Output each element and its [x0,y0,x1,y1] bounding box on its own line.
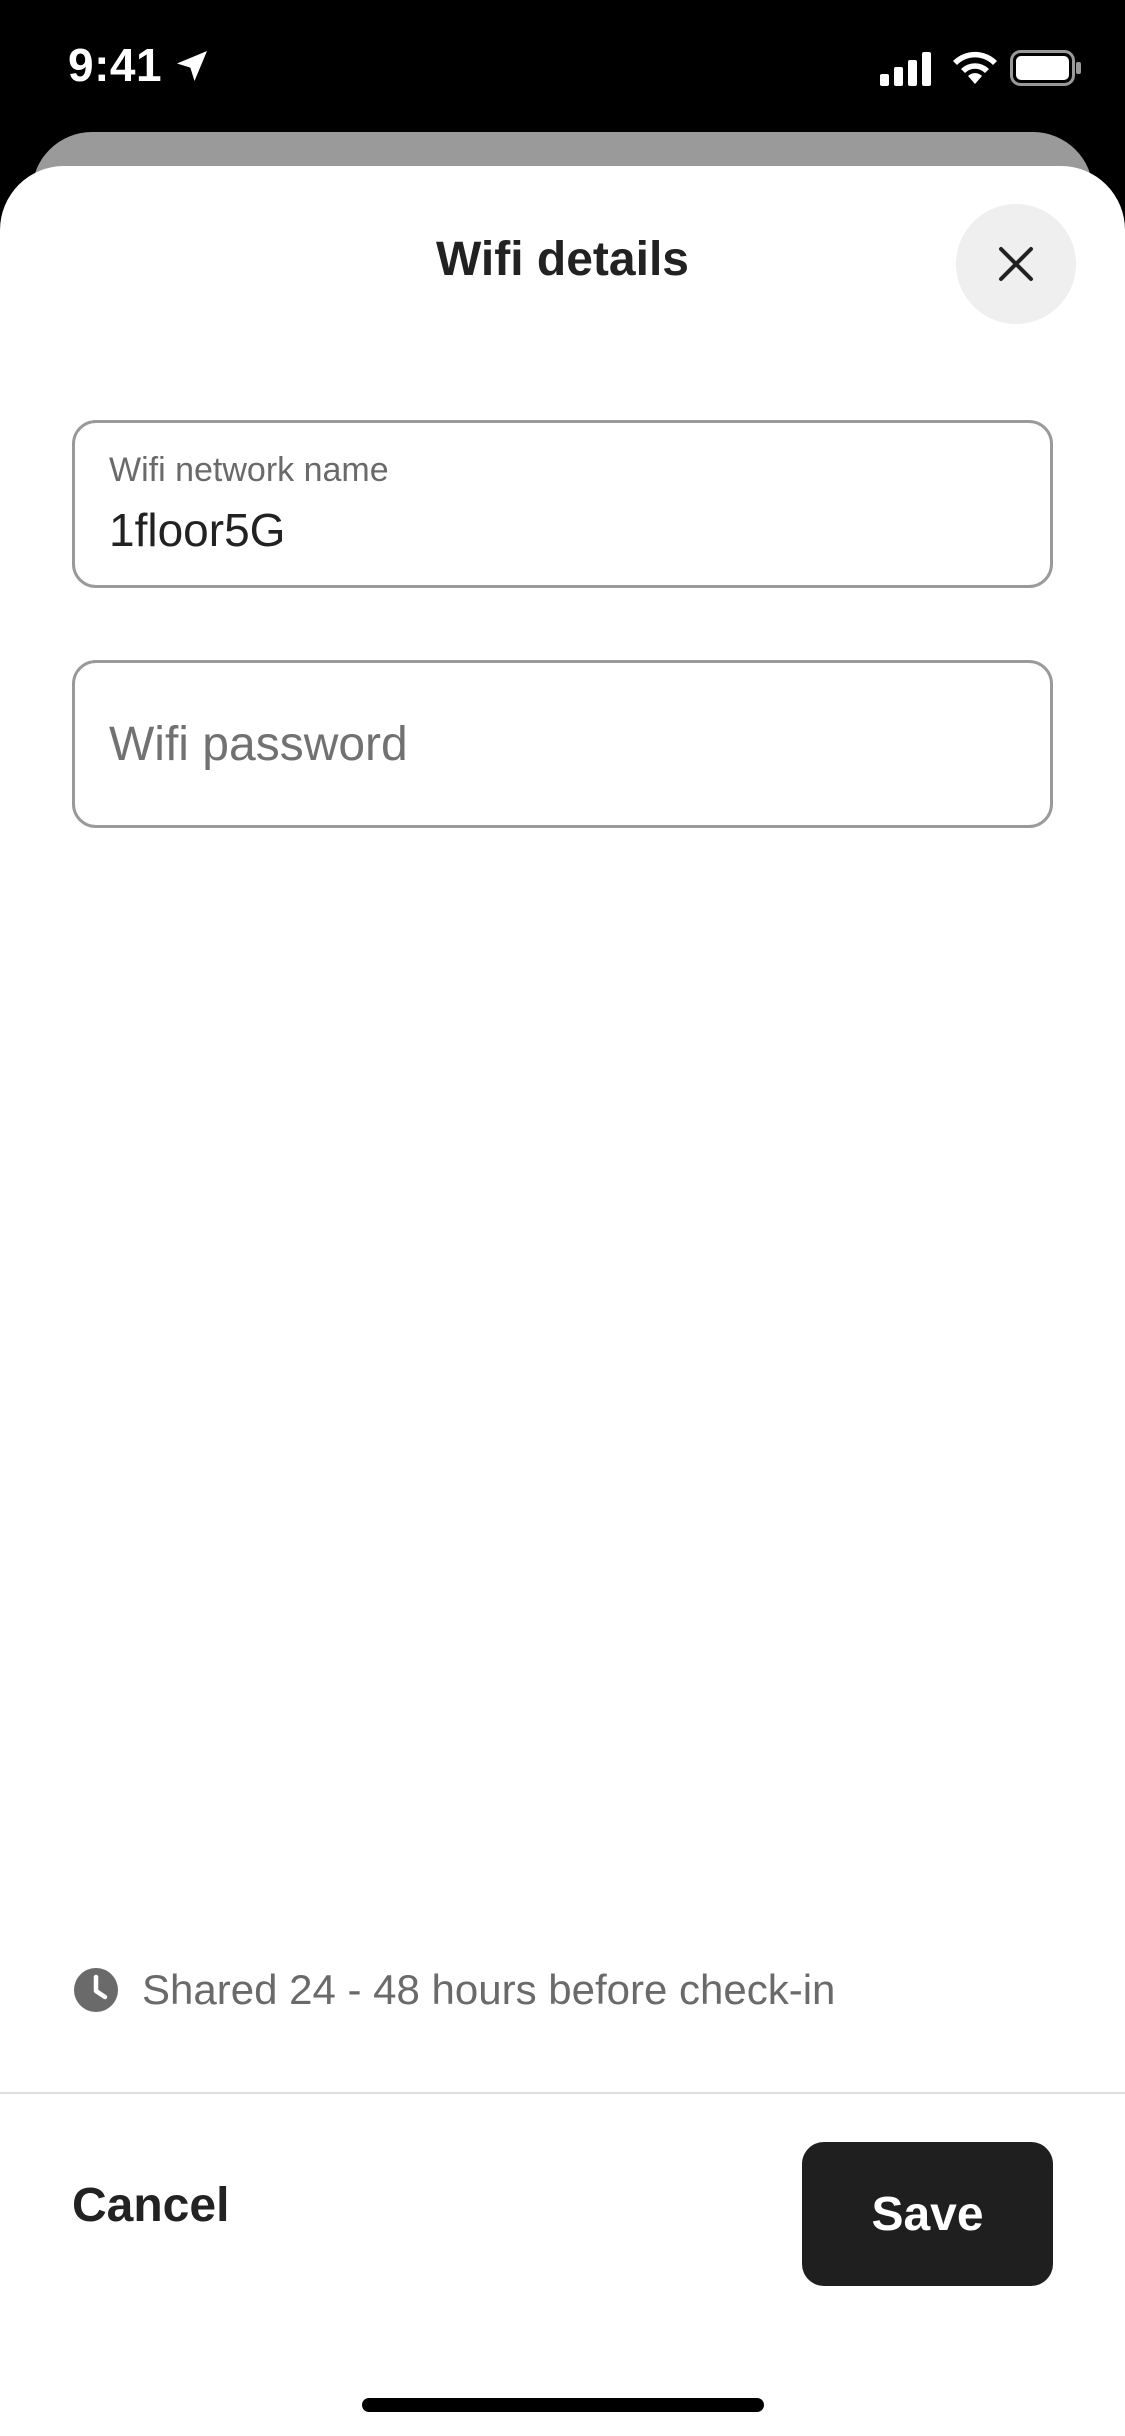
cellular-signal-icon [880,52,931,86]
clock-icon [74,1968,118,2012]
wifi-password-field[interactable]: Wifi password [72,660,1053,828]
wifi-network-name-value[interactable]: 1floor5G [109,503,285,557]
close-button[interactable] [956,204,1076,324]
wifi-icon [953,51,997,84]
cancel-button[interactable]: Cancel [72,2178,229,2233]
wifi-password-placeholder[interactable]: Wifi password [109,717,408,772]
status-bar: 9:41 [0,0,1125,132]
wifi-details-sheet: Wifi details Wifi network name 1floor5G … [0,166,1125,2436]
wifi-network-name-label: Wifi network name [109,451,389,489]
close-icon [999,247,1033,281]
battery-icon [1010,50,1081,86]
footer-divider [0,2092,1125,2094]
wifi-network-name-field[interactable]: Wifi network name 1floor5G [72,420,1053,588]
home-indicator [362,2398,764,2412]
share-note-text: Shared 24 - 48 hours before check-in [142,1966,836,2013]
status-time: 9:41 [68,39,163,91]
share-note: Shared 24 - 48 hours before check-in [72,1966,835,2014]
save-button[interactable]: Save [802,2142,1053,2286]
location-arrow-icon [177,51,207,81]
